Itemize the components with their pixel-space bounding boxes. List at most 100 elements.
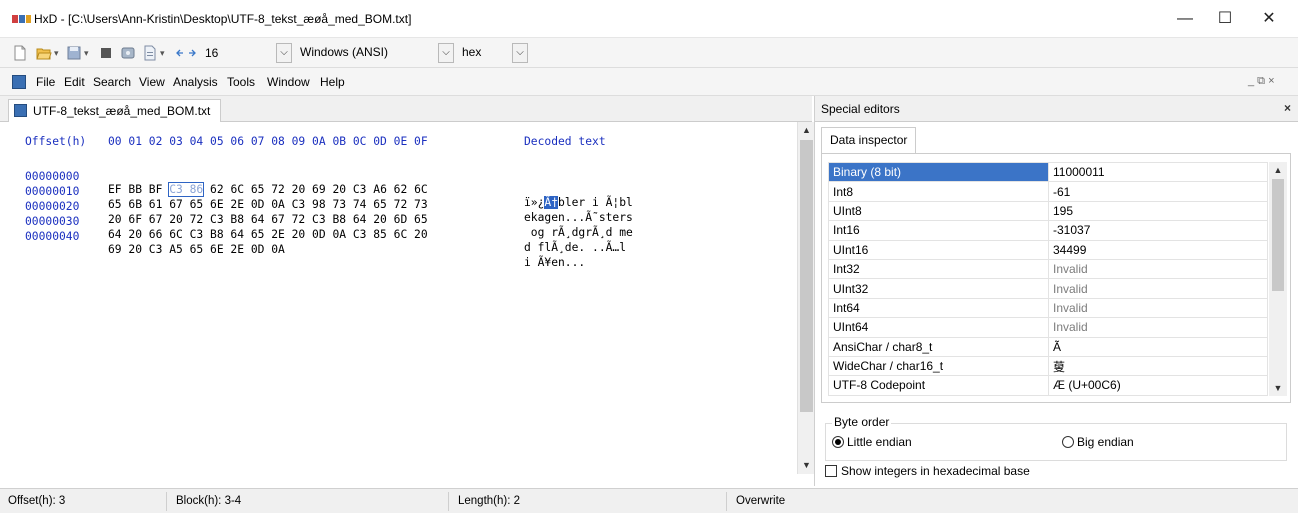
menu-window[interactable]: Window — [267, 75, 310, 89]
decoded-text[interactable]: ï»¿Ã†bler i Ã¦bl — [524, 196, 633, 209]
menu-view[interactable]: View — [139, 75, 165, 89]
inspector-field-name: UTF-8 Codepoint — [828, 375, 1049, 396]
inspector-row[interactable]: UInt32 Invalid — [828, 278, 1268, 299]
inspector-field-value[interactable]: Ã — [1048, 336, 1268, 357]
hex-bytes[interactable]: 64 20 66 6C C3 B8 64 65 2E 20 0D 0A C3 8… — [108, 228, 428, 241]
bytes-per-row-value[interactable]: 16 — [205, 46, 218, 60]
inspector-field-value[interactable]: 11000011 — [1048, 161, 1268, 183]
document-tab[interactable]: UTF-8_tekst_æøå_med_BOM.txt — [8, 99, 222, 122]
scrollbar-thumb[interactable] — [800, 140, 813, 412]
document-icon[interactable] — [12, 75, 26, 89]
selected-bytes[interactable]: C3 86 — [168, 182, 205, 197]
menu-analysis[interactable]: Analysis — [173, 75, 218, 89]
document-tab-icon — [14, 104, 27, 117]
decoded-text[interactable]: i Ã¥en... — [524, 256, 585, 269]
checkbox-icon[interactable] — [825, 465, 837, 477]
inspector-scrollbar[interactable]: ▲ ▼ — [1269, 162, 1287, 396]
inspector-field-value[interactable]: 195 — [1048, 200, 1268, 222]
page-dropdown-icon[interactable]: ▾ — [160, 48, 165, 59]
selected-chars[interactable]: Ã† — [544, 196, 559, 209]
menu-help[interactable]: Help — [320, 75, 345, 89]
hex-row[interactable]: 00000000 EF BB BF C3 86 62 6C 65 72 20 6… — [0, 157, 633, 209]
scroll-up-icon[interactable]: ▲ — [798, 122, 815, 139]
decoded-text-header: Decoded text — [524, 135, 606, 148]
inspector-field-value[interactable]: Invalid — [1048, 297, 1268, 319]
save-icon[interactable] — [66, 45, 82, 61]
view-mode-select[interactable]: hex — [458, 43, 518, 63]
hex-row[interactable]: 00000020 20 6F 67 20 72 C3 B8 64 67 72 C… — [0, 187, 633, 239]
window-title: HxD - [C:\Users\Ann-Kristin\Desktop\UTF-… — [34, 12, 412, 26]
inspector-field-value[interactable]: 蓃 — [1048, 355, 1268, 377]
menu-file[interactable]: File — [36, 75, 55, 89]
menu-edit[interactable]: Edit — [64, 75, 85, 89]
row-offset: 00000040 — [25, 230, 80, 243]
document-tab-bar: UTF-8_tekst_æøå_med_BOM.txt — [0, 96, 812, 122]
inspector-row[interactable]: UInt16 34499 — [828, 239, 1268, 260]
inspector-field-value[interactable]: Invalid — [1048, 317, 1268, 338]
new-file-icon[interactable] — [12, 45, 28, 61]
scrollbar-thumb[interactable] — [1272, 179, 1284, 291]
inspector-field-value[interactable]: Invalid — [1048, 258, 1268, 280]
decoded-text[interactable]: ekagen...Ã˜sters — [524, 211, 633, 224]
view-mode-dropdown[interactable]: ⌵ — [512, 43, 528, 63]
hex-bytes[interactable]: 20 6F 67 20 72 C3 B8 64 67 72 C3 B8 64 2… — [108, 213, 428, 226]
menu-search[interactable]: Search — [93, 75, 131, 89]
inspector-field-name: Int16 — [828, 220, 1049, 241]
inspector-row[interactable]: UInt64 Invalid — [828, 317, 1268, 338]
menu-tools[interactable]: Tools — [227, 75, 255, 89]
inspector-row[interactable]: Binary (8 bit) 11000011 — [828, 161, 1268, 183]
big-endian-radio[interactable]: Big endian — [1062, 435, 1134, 449]
little-endian-radio[interactable]: Little endian — [832, 435, 912, 449]
inspector-row[interactable]: UInt8 195 — [828, 200, 1268, 222]
radio-unselected-icon[interactable] — [1062, 436, 1074, 448]
hex-row[interactable]: 00000030 64 20 66 6C C3 B8 64 65 2E 20 0… — [0, 202, 626, 254]
encoding-select[interactable]: Windows (ANSI) — [296, 43, 454, 63]
inspector-row[interactable]: WideChar / char16_t 蓃 — [828, 355, 1268, 377]
hex-bytes[interactable]: EF BB BF C3 86 62 6C 65 72 20 69 20 C3 A… — [108, 182, 428, 197]
hex-bytes[interactable]: 65 6B 61 67 65 6E 2E 0D 0A C3 98 73 74 6… — [108, 198, 428, 211]
scroll-down-icon[interactable]: ▼ — [798, 457, 815, 474]
properties-icon[interactable] — [98, 45, 114, 61]
inspector-row[interactable]: UTF-8 Codepoint Æ (U+00C6) — [828, 375, 1268, 396]
inspector-row[interactable]: Int8 -61 — [828, 181, 1268, 202]
decoded-text[interactable]: og rÃ¸dgrÃ¸d me — [524, 226, 633, 239]
inspector-field-value[interactable]: -31037 — [1048, 220, 1268, 241]
scroll-down-icon[interactable]: ▼ — [1269, 380, 1287, 396]
hex-row[interactable]: 00000040 69 20 C3 A5 65 6E 2E 0D 0A i Ã¥… — [0, 217, 585, 269]
mdi-window-controls[interactable]: _ ⧉ × — [1248, 75, 1275, 88]
offset-header: Offset(h) — [25, 135, 87, 148]
save-dropdown-icon[interactable]: ▾ — [84, 48, 89, 59]
disk-icon[interactable] — [120, 45, 136, 61]
page-icon[interactable] — [142, 45, 158, 61]
inspector-row[interactable]: AnsiChar / char8_t Ã — [828, 336, 1268, 357]
inspector-field-name: Int8 — [828, 181, 1049, 202]
special-editors-panel: Special editors × Data inspector Binary … — [814, 96, 1298, 486]
close-button[interactable]: ✕ — [1254, 8, 1284, 30]
maximize-button[interactable]: ☐ — [1210, 8, 1240, 30]
inspector-row[interactable]: Int32 Invalid — [828, 258, 1268, 280]
hex-vertical-scrollbar[interactable]: ▲ ▼ — [797, 122, 814, 474]
panel-close-icon[interactable]: × — [1284, 101, 1291, 115]
inspector-field-value[interactable]: Æ (U+00C6) — [1048, 375, 1268, 396]
inspector-row[interactable]: Int64 Invalid — [828, 297, 1268, 319]
minimize-button[interactable]: — — [1170, 8, 1200, 30]
decoded-text[interactable]: d flÃ¸de. ..Ã…l — [524, 241, 633, 254]
hex-row[interactable]: 00000010 65 6B 61 67 65 6E 2E 0D 0A C3 9… — [0, 172, 633, 224]
inspector-field-value[interactable]: -61 — [1048, 181, 1268, 202]
inspector-field-name: WideChar / char16_t — [828, 355, 1049, 377]
radio-selected-icon[interactable] — [832, 436, 844, 448]
inspector-field-name: AnsiChar / char8_t — [828, 336, 1049, 357]
inspector-row[interactable]: Int16 -31037 — [828, 220, 1268, 241]
hex-bytes[interactable]: 69 20 C3 A5 65 6E 2E 0D 0A — [108, 243, 285, 256]
encoding-dropdown[interactable]: ⌵ — [438, 43, 454, 63]
hex-integers-checkbox[interactable]: Show integers in hexadecimal base — [825, 464, 1030, 478]
inspector-field-value[interactable]: 34499 — [1048, 239, 1268, 260]
open-folder-icon[interactable] — [36, 45, 52, 61]
special-editors-title: Special editors — [821, 102, 900, 116]
hex-editor[interactable]: Offset(h) 00 01 02 03 04 05 06 07 08 09 … — [0, 122, 797, 472]
tab-data-inspector[interactable]: Data inspector — [821, 127, 917, 153]
open-dropdown-icon[interactable]: ▾ — [54, 48, 59, 59]
bytes-per-row-dropdown[interactable]: ⌵ — [276, 43, 292, 63]
inspector-field-value[interactable]: Invalid — [1048, 278, 1268, 299]
scroll-up-icon[interactable]: ▲ — [1269, 162, 1287, 178]
